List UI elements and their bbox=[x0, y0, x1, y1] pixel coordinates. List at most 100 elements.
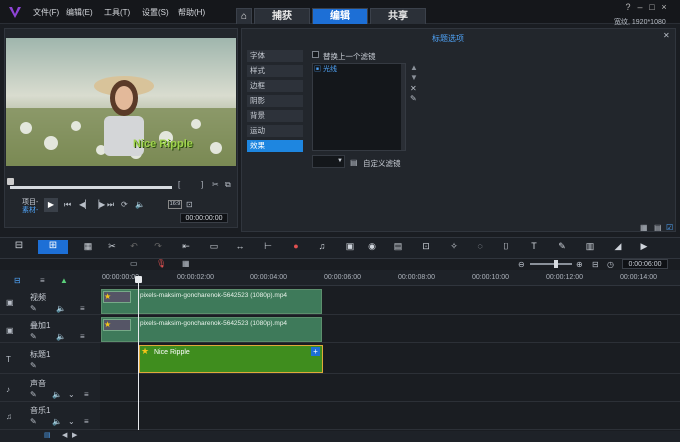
add-icon[interactable]: + bbox=[311, 347, 320, 356]
panel-close-icon[interactable]: ✕ bbox=[663, 31, 670, 40]
menu-settings[interactable]: 设置(S) bbox=[142, 7, 169, 18]
storyboard-view-icon[interactable]: ⊟ bbox=[10, 240, 28, 254]
fit-timeline-icon[interactable]: ⊟ bbox=[592, 260, 599, 269]
track-manager-icon[interactable]: ▦ bbox=[82, 240, 94, 252]
export-icon[interactable]: ▶ bbox=[638, 240, 650, 252]
crop-icon[interactable]: ⌷ bbox=[500, 240, 512, 252]
title-clip[interactable]: Nice Ripple bbox=[139, 345, 323, 373]
multicam-icon[interactable]: ▤ bbox=[392, 240, 404, 252]
track-options-icon[interactable]: ≡ bbox=[84, 417, 89, 426]
screen-record-icon[interactable]: ▭ bbox=[130, 259, 138, 268]
option-background[interactable]: 背景 bbox=[247, 110, 303, 122]
zoom-slider[interactable] bbox=[530, 263, 572, 265]
repeat-icon[interactable]: ⟳ bbox=[121, 200, 128, 209]
color-icon[interactable]: ▥ bbox=[584, 240, 596, 252]
edit-track-icon[interactable]: ✎ bbox=[30, 417, 37, 426]
record-icon[interactable]: ● bbox=[290, 240, 302, 252]
track-volume-icon[interactable]: 🔈 bbox=[56, 332, 66, 341]
tab-edit[interactable]: 编辑 bbox=[312, 8, 368, 24]
delete-filter-icon[interactable]: ✕ bbox=[410, 84, 417, 93]
audio-mixer-icon[interactable]: ♫ bbox=[316, 240, 328, 252]
chevron-down-icon[interactable]: ⌄ bbox=[68, 417, 75, 426]
voiceover-icon[interactable]: 🎙 bbox=[156, 259, 166, 268]
effects-icon[interactable]: ✧ bbox=[448, 240, 460, 252]
track-list-icon[interactable]: ≡ bbox=[40, 276, 45, 285]
mask-icon[interactable]: ◌ bbox=[474, 240, 486, 252]
scroll-thumb-icon[interactable]: ▤ bbox=[44, 431, 51, 439]
help-icon[interactable]: ? bbox=[622, 2, 634, 12]
option-font[interactable]: 字体 bbox=[247, 50, 303, 62]
zoom-out-icon[interactable]: ⊖ bbox=[518, 260, 525, 269]
edit-track-icon[interactable]: ✎ bbox=[30, 361, 37, 370]
motion-tracking-icon[interactable]: ▣ bbox=[344, 240, 356, 252]
pan-zoom-icon[interactable]: ⊡ bbox=[420, 240, 432, 252]
mark-out-icon[interactable]: ] bbox=[201, 180, 203, 189]
volume-icon[interactable]: 🔈 bbox=[135, 200, 145, 209]
filter-scrollbar[interactable] bbox=[401, 64, 405, 150]
play-button[interactable]: ▶ bbox=[44, 198, 58, 212]
move-down-icon[interactable]: ▼ bbox=[410, 73, 418, 82]
paint-icon[interactable]: ✎ bbox=[556, 240, 568, 252]
filter-item[interactable]: ▣ 光线 bbox=[314, 65, 404, 74]
subtitle-icon[interactable]: ◉ bbox=[366, 240, 378, 252]
option-effect[interactable]: 效果 bbox=[247, 140, 303, 152]
timecode-display[interactable]: 00:00:00:00 bbox=[180, 213, 228, 223]
option-shadow[interactable]: 阴影 bbox=[247, 95, 303, 107]
maximize-icon[interactable]: □ bbox=[646, 2, 658, 12]
filter-list[interactable] bbox=[312, 63, 406, 151]
timeline-view-icon[interactable]: ⊞ bbox=[38, 240, 68, 254]
titles-icon[interactable]: ▭ bbox=[208, 240, 220, 252]
text-icon[interactable]: T bbox=[528, 240, 540, 252]
home-tab[interactable]: ⌂ bbox=[236, 8, 252, 24]
track-options-icon[interactable]: ≡ bbox=[80, 304, 85, 313]
undo-icon[interactable]: ↶ bbox=[128, 240, 140, 252]
custom-filter-button[interactable]: 自定义滤镜 bbox=[363, 158, 401, 169]
edit-track-icon[interactable]: ✎ bbox=[30, 304, 37, 313]
playhead-line[interactable] bbox=[138, 276, 139, 430]
fit-project-icon[interactable]: ⇤ bbox=[180, 240, 192, 252]
tab-capture[interactable]: 捕获 bbox=[254, 8, 310, 24]
filter-settings-icon[interactable]: ✎ bbox=[410, 94, 417, 103]
edit-track-icon[interactable]: ✎ bbox=[30, 390, 37, 399]
option-motion[interactable]: 运动 bbox=[247, 125, 303, 137]
playhead-handle[interactable] bbox=[135, 276, 142, 283]
menu-edit[interactable]: 编辑(E) bbox=[66, 7, 93, 18]
menu-tools[interactable]: 工具(T) bbox=[104, 7, 130, 18]
scroll-left-icon[interactable]: ◀ bbox=[62, 431, 67, 439]
close-icon[interactable]: × bbox=[658, 2, 670, 12]
mark-in-icon[interactable]: [ bbox=[178, 180, 180, 189]
video-clip[interactable]: pixels-maksim-goncharenok-5642523 (1080p… bbox=[101, 289, 322, 314]
zoom-slider-handle[interactable] bbox=[554, 260, 558, 268]
next-frame-icon[interactable]: ▕▶ bbox=[93, 200, 105, 209]
go-end-icon[interactable]: ⏭ bbox=[107, 200, 114, 210]
overlay-clip[interactable]: pixels-maksim-goncharenok-5642523 (1080p… bbox=[101, 317, 322, 342]
all-tracks-icon[interactable]: ⊟ bbox=[14, 276, 21, 285]
timecode-clock-icon[interactable]: ◷ bbox=[607, 260, 614, 269]
custom-filter-icon[interactable]: ▤ bbox=[350, 158, 358, 167]
aspect-ratio-button[interactable]: 16:9 bbox=[168, 200, 182, 209]
split-clip-icon[interactable]: ✂ bbox=[106, 240, 118, 252]
library-icon[interactable]: ▤ bbox=[654, 223, 662, 232]
menu-file[interactable]: 文件(F) bbox=[33, 7, 59, 18]
add-track-icon[interactable]: ▲ bbox=[60, 276, 68, 285]
menu-help[interactable]: 帮助(H) bbox=[178, 7, 205, 18]
ripple-icon[interactable]: ↔ bbox=[234, 240, 246, 252]
track-volume-icon[interactable]: 🔈 bbox=[56, 304, 66, 313]
fit-icon[interactable]: ⊡ bbox=[186, 200, 193, 209]
option-style[interactable]: 样式 bbox=[247, 65, 303, 77]
move-up-icon[interactable]: ▲ bbox=[410, 63, 418, 72]
preset-dropdown[interactable]: ▼ bbox=[312, 155, 345, 168]
tab-share[interactable]: 共享 bbox=[370, 8, 426, 24]
timeline-scrollbar[interactable] bbox=[0, 431, 680, 442]
scrub-handle[interactable] bbox=[7, 178, 14, 185]
minimize-icon[interactable]: – bbox=[634, 2, 646, 12]
replace-filter-checkbox[interactable] bbox=[312, 51, 319, 58]
track-volume-icon[interactable]: 🔈 bbox=[52, 417, 62, 426]
go-start-icon[interactable]: ⏮ bbox=[64, 200, 71, 210]
gallery-icon[interactable]: ▦ bbox=[640, 223, 648, 232]
options-check-icon[interactable]: ☑ bbox=[666, 223, 673, 232]
zoom-in-icon[interactable]: ⊕ bbox=[576, 260, 583, 269]
stabilize-icon[interactable]: ◢ bbox=[612, 240, 624, 252]
redo-icon[interactable]: ↷ bbox=[152, 240, 164, 252]
track-volume-icon[interactable]: 🔈 bbox=[52, 390, 62, 399]
